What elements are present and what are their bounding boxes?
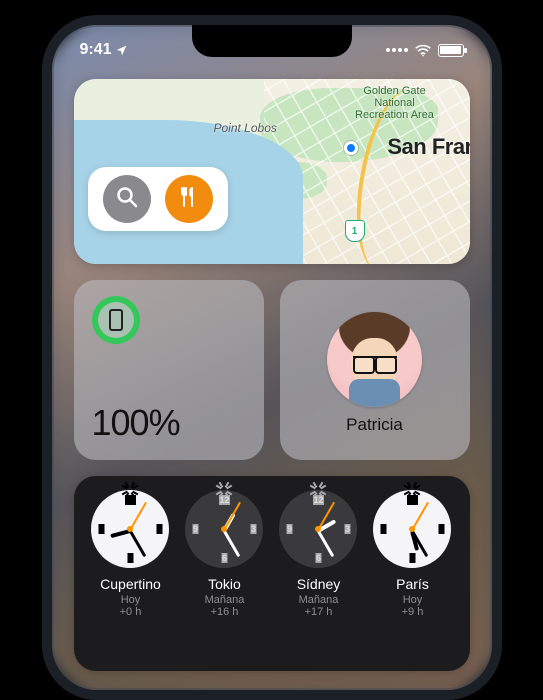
notch (192, 25, 352, 57)
clock-offset: +9 h (402, 606, 424, 618)
cellular-signal-icon (386, 48, 408, 52)
clock-day: Mañana (205, 594, 245, 606)
avatar (327, 312, 422, 407)
battery-widget[interactable]: 100% (74, 280, 264, 460)
clock-day: Hoy (121, 594, 141, 606)
battery-percent: 100% (92, 402, 246, 444)
status-time: 9:41 (80, 41, 112, 59)
phone-device-icon (109, 309, 123, 331)
clock-column[interactable]: 36912 Cupertino Hoy+0 h (85, 490, 175, 661)
clock-city: Cupertino (100, 576, 161, 592)
clock-face: 36912 (373, 490, 451, 568)
contact-name: Patricia (346, 415, 403, 435)
wifi-icon (414, 44, 432, 57)
current-location-dot (344, 141, 358, 155)
world-clock-widget[interactable]: 36912CupertinoHoy+0 h36912TokioMañana+16… (74, 476, 470, 671)
fork-knife-icon (177, 185, 201, 214)
clock-city: París (396, 576, 429, 592)
map-label-park: Golden Gate National Recreation Area (350, 85, 440, 121)
clock-day: Mañana (299, 594, 339, 606)
route-shield: 1 (345, 220, 365, 242)
clock-offset: +16 h (211, 606, 239, 618)
clock-face: 36912 (279, 490, 357, 568)
clock-offset: +0 h (120, 606, 142, 618)
maps-restaurants-button[interactable] (165, 175, 213, 223)
clock-offset: +17 h (305, 606, 333, 618)
clock-column[interactable]: 36912 Sídney Mañana+17 h (273, 490, 363, 661)
clock-column[interactable]: 36912 París Hoy+9 h (367, 490, 457, 661)
clock-column[interactable]: 36912 Tokio Mañana+16 h (179, 490, 269, 661)
search-icon (115, 185, 139, 214)
contact-widget[interactable]: Patricia (280, 280, 470, 460)
map-label-city: San Fran (387, 134, 469, 160)
maps-quick-actions (88, 167, 228, 231)
clock-city: Sídney (297, 576, 341, 592)
battery-icon (438, 44, 464, 57)
location-arrow-icon (115, 44, 128, 57)
clock-face: 36912 (185, 490, 263, 568)
clock-city: Tokio (208, 576, 241, 592)
clock-face: 36912 (91, 490, 169, 568)
battery-ring-icon (92, 296, 140, 344)
maps-search-button[interactable] (103, 175, 151, 223)
map-label-point: Point Lobos (214, 121, 277, 135)
clock-day: Hoy (403, 594, 423, 606)
maps-widget[interactable]: Golden Gate National Recreation Area Poi… (74, 79, 470, 264)
iphone-frame: 9:41 Golden (42, 15, 502, 700)
